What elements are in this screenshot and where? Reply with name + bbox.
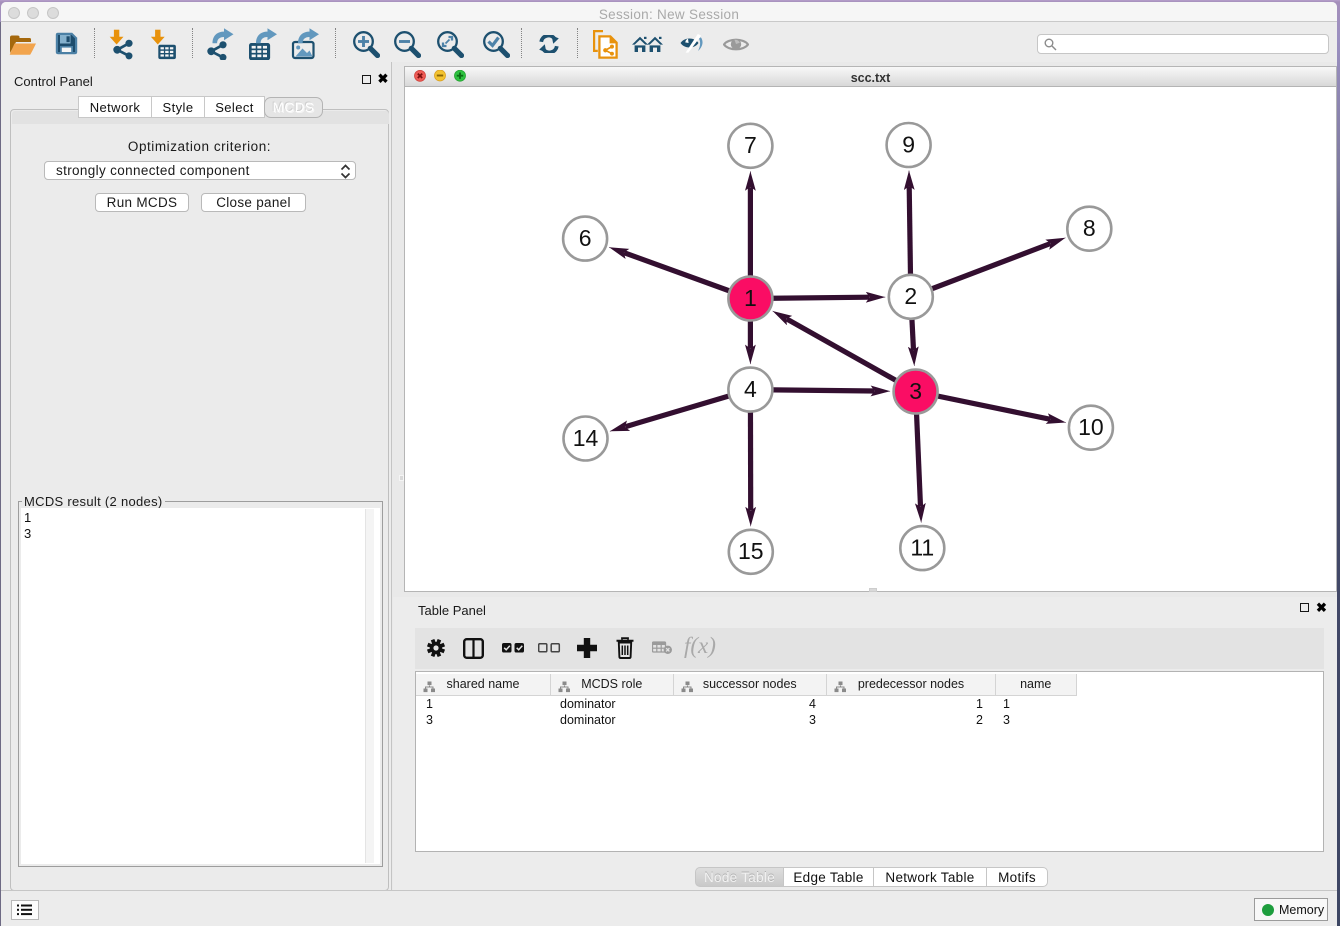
svg-text:14: 14 [573, 425, 599, 451]
svg-text:7: 7 [744, 132, 757, 158]
svg-text:11: 11 [910, 535, 934, 561]
svg-text:3: 3 [909, 378, 922, 404]
svg-text:15: 15 [738, 538, 764, 564]
svg-text:9: 9 [902, 131, 915, 157]
svg-text:2: 2 [904, 283, 917, 309]
svg-text:10: 10 [1078, 414, 1104, 440]
svg-text:1: 1 [744, 285, 757, 311]
svg-text:6: 6 [579, 225, 592, 251]
svg-text:4: 4 [744, 376, 757, 402]
svg-text:8: 8 [1083, 215, 1096, 241]
